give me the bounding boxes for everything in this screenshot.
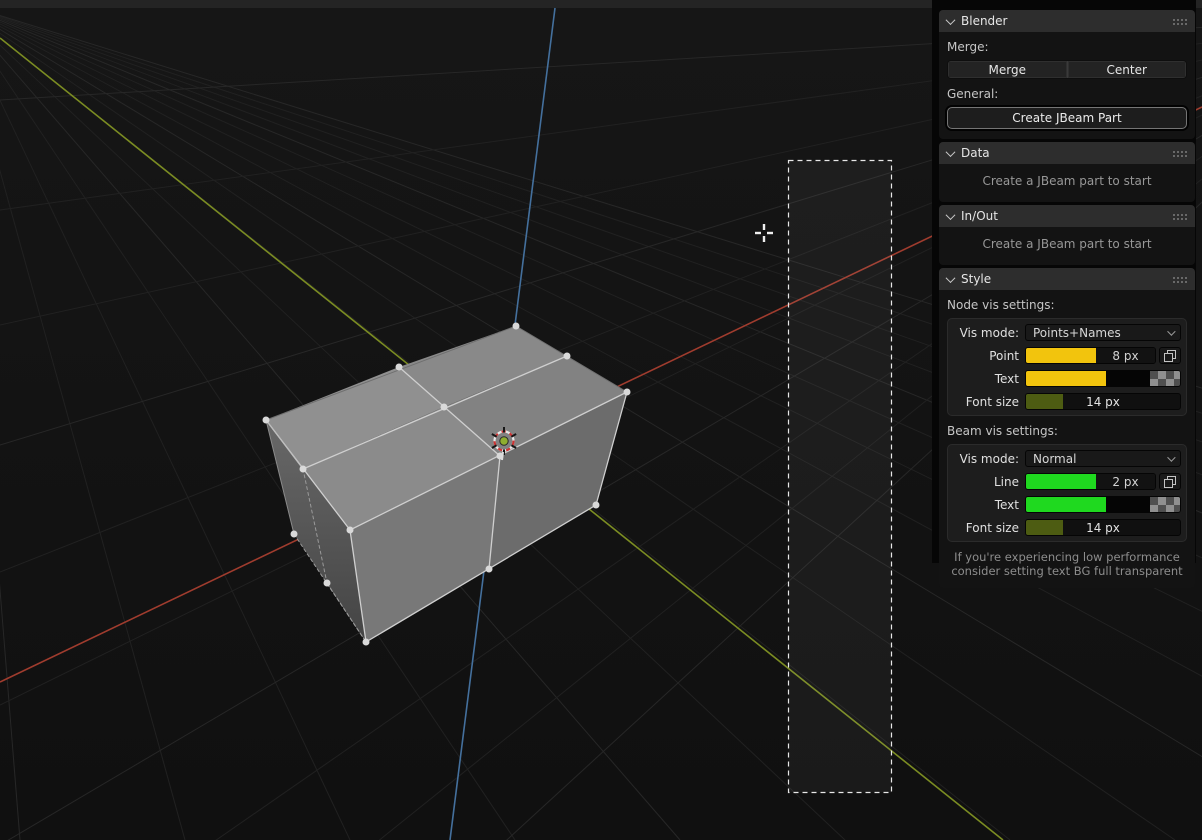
- blender-window: Blender Merge: Merge Center General: Cre…: [0, 0, 1202, 840]
- beam-text-alpha-checker[interactable]: [1150, 497, 1180, 512]
- beam-text-color-swatch[interactable]: [1026, 497, 1106, 512]
- chevron-down-icon: [946, 210, 956, 220]
- beam-vis-mode-dropdown[interactable]: Normal: [1025, 450, 1181, 467]
- section-style-header[interactable]: Style: [939, 268, 1195, 290]
- node-vis-mode-value: Points+Names: [1033, 326, 1121, 340]
- grip-icon[interactable]: [1172, 213, 1187, 220]
- section-blender-body: Merge: Merge Center General: Create JBea…: [939, 32, 1195, 139]
- beam-text-alpha-dark[interactable]: [1106, 497, 1150, 512]
- node-text-label: Text: [953, 372, 1019, 386]
- section-blender: Blender Merge: Merge Center General: Cre…: [939, 10, 1195, 139]
- copy-icon: [1164, 476, 1176, 488]
- inout-empty-text: Create a JBeam part to start: [947, 235, 1187, 255]
- point-size-field[interactable]: 8 px: [1096, 348, 1155, 363]
- beam-text-color-group: [1025, 496, 1181, 513]
- section-data-body: Create a JBeam part to start: [939, 164, 1195, 202]
- mesh-vertex[interactable]: [396, 364, 403, 371]
- mesh-vertex[interactable]: [324, 580, 331, 587]
- section-inout-header[interactable]: In/Out: [939, 205, 1195, 227]
- mesh-vertex[interactable]: [486, 566, 493, 573]
- mesh-vertex[interactable]: [291, 531, 298, 538]
- grid-line: [0, 1, 20, 840]
- copy-icon: [1164, 350, 1176, 362]
- vis-mode-label: Vis mode:: [953, 326, 1019, 340]
- line-color-swatch[interactable]: [1026, 474, 1096, 489]
- data-empty-text: Create a JBeam part to start: [947, 172, 1187, 192]
- cursor3d-center: [500, 437, 508, 445]
- section-style-body: Node vis settings: Vis mode: Points+Name…: [939, 290, 1195, 588]
- mesh-vertex[interactable]: [441, 404, 448, 411]
- sidebar-panel: Blender Merge: Merge Center General: Cre…: [932, 0, 1196, 563]
- node-font-size-slider[interactable]: 14 px: [1025, 393, 1181, 410]
- cursor3d-stub: [502, 452, 503, 460]
- mesh-vertex[interactable]: [363, 639, 370, 646]
- section-title: Blender: [961, 14, 1008, 28]
- mesh-vertex[interactable]: [564, 353, 571, 360]
- node-vis-settings-label: Node vis settings:: [947, 298, 1187, 312]
- merge-label: Merge:: [947, 40, 1187, 54]
- mesh-vertex[interactable]: [300, 466, 307, 473]
- merge-button[interactable]: Merge: [948, 61, 1067, 78]
- section-data-header[interactable]: Data: [939, 142, 1195, 164]
- general-label: General:: [947, 87, 1187, 101]
- center-button[interactable]: Center: [1067, 61, 1187, 78]
- mesh-vertex[interactable]: [513, 323, 520, 330]
- beam-text-label: Text: [953, 498, 1019, 512]
- beam-vis-group: Vis mode: Normal Line: [947, 444, 1187, 542]
- chevron-down-icon: [1167, 453, 1175, 461]
- line-label: Line: [953, 475, 1019, 489]
- node-text-color-swatch[interactable]: [1026, 371, 1106, 386]
- section-blender-header[interactable]: Blender: [939, 10, 1195, 32]
- beam-font-size-slider[interactable]: 14 px: [1025, 519, 1181, 536]
- mesh-vertex[interactable]: [263, 417, 270, 424]
- grip-icon[interactable]: [1172, 18, 1187, 25]
- grip-icon[interactable]: [1172, 276, 1187, 283]
- chevron-down-icon: [946, 273, 956, 283]
- point-color-swatch[interactable]: [1026, 348, 1096, 363]
- grid-line: [0, 1, 185, 840]
- point-label: Point: [953, 349, 1019, 363]
- performance-hint: If you're experiencing low performance c…: [947, 550, 1187, 578]
- section-title: Style: [961, 272, 991, 286]
- node-vis-mode-dropdown[interactable]: Points+Names: [1025, 324, 1181, 341]
- mesh-vertex[interactable]: [347, 527, 354, 534]
- grip-icon[interactable]: [1172, 150, 1187, 157]
- section-style: Style Node vis settings: Vis mode: Point…: [939, 268, 1195, 588]
- selection-region-dashed: [789, 161, 892, 793]
- beam-font-size-label: Font size: [953, 521, 1019, 535]
- vis-mode-label: Vis mode:: [953, 452, 1019, 466]
- merge-button-group: Merge Center: [947, 60, 1187, 79]
- section-title: In/Out: [961, 209, 998, 223]
- section-inout: In/Out Create a JBeam part to start: [939, 205, 1195, 265]
- node-font-size-value: 14 px: [1026, 394, 1180, 409]
- beam-vis-settings-label: Beam vis settings:: [947, 424, 1187, 438]
- create-jbeam-part-button[interactable]: Create JBeam Part: [947, 107, 1187, 129]
- chevron-down-icon: [1167, 327, 1175, 335]
- chevron-down-icon: [946, 15, 956, 25]
- beam-font-size-value: 14 px: [1026, 520, 1180, 535]
- mesh-vertex[interactable]: [624, 389, 631, 396]
- chevron-down-icon: [946, 147, 956, 157]
- node-text-alpha-checker[interactable]: [1150, 371, 1180, 386]
- node-text-color-group: [1025, 370, 1181, 387]
- mesh-vertex[interactable]: [593, 502, 600, 509]
- section-data: Data Create a JBeam part to start: [939, 142, 1195, 202]
- line-color-width-group: 2 px: [1025, 473, 1156, 490]
- beam-vis-mode-value: Normal: [1033, 452, 1076, 466]
- line-width-field[interactable]: 2 px: [1096, 474, 1155, 489]
- line-copy-button[interactable]: [1159, 473, 1181, 490]
- section-inout-body: Create a JBeam part to start: [939, 227, 1195, 265]
- node-vis-group: Vis mode: Points+Names Point: [947, 318, 1187, 416]
- node-text-alpha-dark[interactable]: [1106, 371, 1150, 386]
- section-title: Data: [961, 146, 990, 160]
- point-color-size-group: 8 px: [1025, 347, 1156, 364]
- node-font-size-label: Font size: [953, 395, 1019, 409]
- point-copy-button[interactable]: [1159, 347, 1181, 364]
